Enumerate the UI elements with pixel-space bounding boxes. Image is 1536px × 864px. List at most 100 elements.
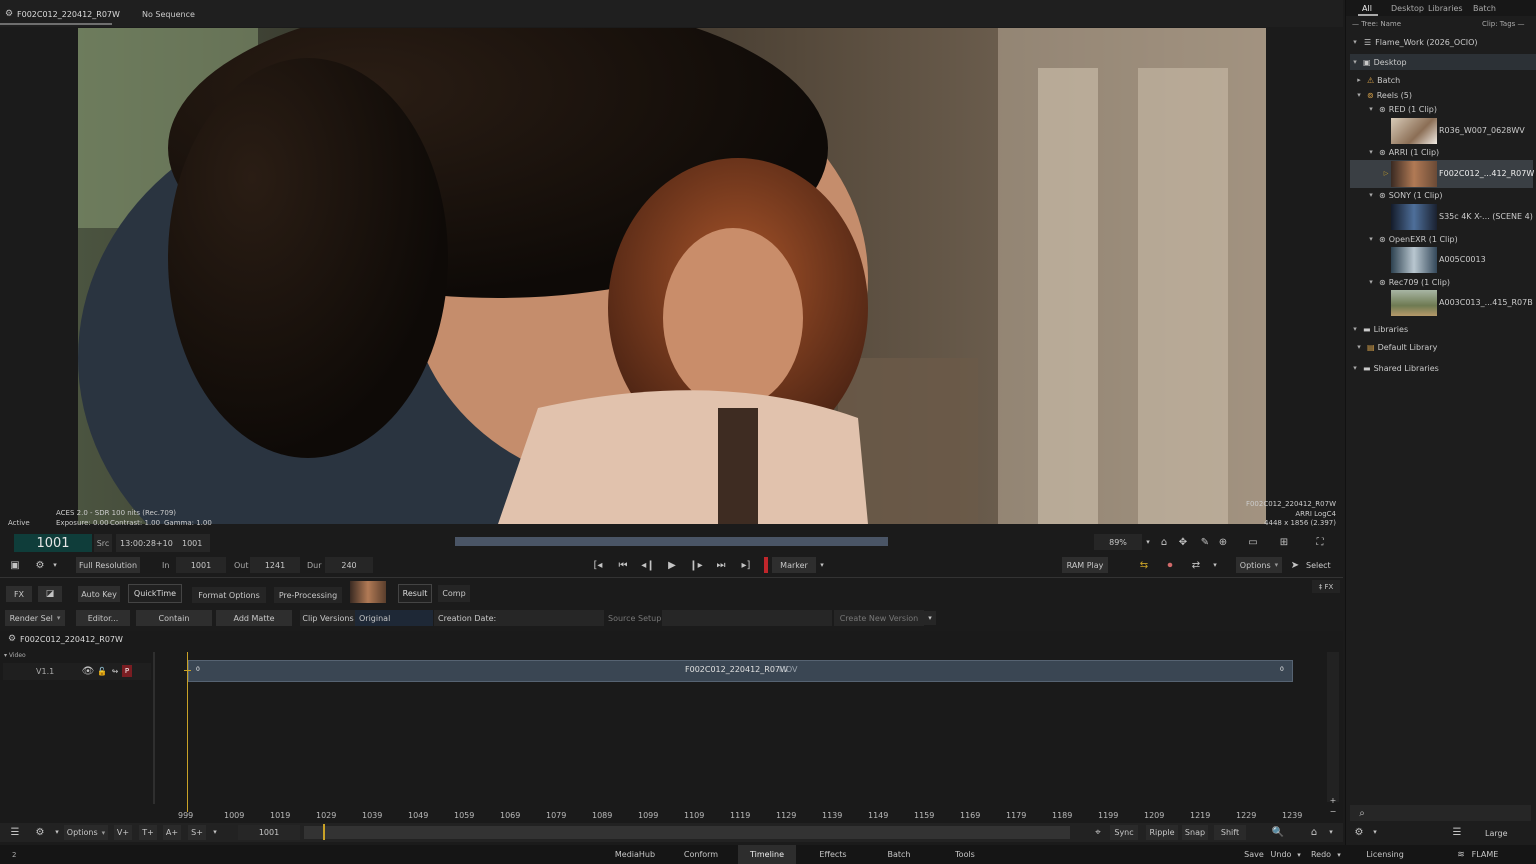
- tree-shared-libraries[interactable]: ▾ ▬ Shared Libraries: [1350, 360, 1536, 376]
- tab-mediahub[interactable]: MediaHub: [610, 845, 660, 864]
- media-tab-batch[interactable]: Batch: [1473, 4, 1496, 13]
- chevron-down-icon[interactable]: ▾: [1366, 278, 1376, 286]
- chevron-down-icon[interactable]: ▾: [1350, 38, 1360, 46]
- clip-thumbnail[interactable]: [350, 581, 386, 603]
- search-icon[interactable]: 🔍: [1270, 825, 1286, 839]
- clip-item-red[interactable]: R036_W007_0628WV: [1350, 117, 1533, 145]
- chevron-down-icon[interactable]: ▾: [1366, 105, 1376, 113]
- pre-processing-tab[interactable]: Pre-Processing: [274, 587, 342, 603]
- primary-track-icon[interactable]: P: [122, 665, 132, 677]
- timeline-options-button[interactable]: Options: [64, 825, 108, 840]
- chevron-down-icon[interactable]: ▾: [924, 611, 936, 625]
- tree-group-sony[interactable]: ▾ ⊛ SONY (1 Clip): [1366, 187, 1536, 203]
- home-icon[interactable]: ⌂: [1157, 535, 1171, 549]
- previous-clip-icon[interactable]: ⏮: [615, 558, 631, 572]
- gear-icon[interactable]: ⚙: [4, 8, 14, 20]
- chevron-down-icon[interactable]: ▾: [1354, 343, 1364, 351]
- next-clip-icon[interactable]: ⏭: [713, 558, 729, 572]
- src-frame-field[interactable]: 1001: [178, 534, 210, 552]
- full-resolution-button[interactable]: Full Resolution: [76, 557, 140, 573]
- clip-item-sony[interactable]: S35c 4K X-... (SCENE 4): [1350, 203, 1533, 231]
- redo-button[interactable]: Redo: [1308, 845, 1334, 864]
- scrub-bar[interactable]: [455, 537, 888, 546]
- shift-button[interactable]: Shift: [1214, 825, 1246, 840]
- gear-icon[interactable]: ⚙: [32, 558, 48, 572]
- chevron-down-icon[interactable]: ▾: [1354, 91, 1364, 99]
- lock-icon[interactable]: 🔓: [96, 665, 108, 677]
- sync-button[interactable]: Sync: [1110, 825, 1138, 840]
- quicktime-tab[interactable]: QuickTime: [128, 584, 182, 603]
- clip-version-select[interactable]: Original: [355, 610, 433, 626]
- zoom-in-icon[interactable]: +: [1327, 795, 1339, 805]
- chevron-down-icon[interactable]: ▾: [1366, 148, 1376, 156]
- chevron-down-icon[interactable]: ▾: [1294, 848, 1304, 862]
- zoom-field[interactable]: 89%: [1094, 534, 1142, 550]
- eyedropper-icon[interactable]: ✎: [1198, 535, 1212, 549]
- media-tab-all[interactable]: All: [1362, 4, 1372, 13]
- play-icon[interactable]: ▶: [664, 558, 680, 572]
- create-new-version-button[interactable]: Create New Version: [834, 610, 924, 626]
- chevron-down-icon[interactable]: ▾: [1326, 825, 1336, 839]
- compare-icon[interactable]: ⇄: [1188, 558, 1204, 572]
- marker-button[interactable]: Marker: [772, 557, 816, 573]
- media-tab-libraries[interactable]: Libraries: [1428, 4, 1463, 13]
- clip-item-rec709[interactable]: A003C013_...415_R07B: [1350, 289, 1533, 317]
- chevron-down-icon[interactable]: ▾: [1334, 848, 1344, 862]
- tab-tools[interactable]: Tools: [946, 845, 984, 864]
- undo-button[interactable]: Undo: [1268, 845, 1294, 864]
- zoom-out-icon[interactable]: −: [1327, 806, 1339, 816]
- tab-conform[interactable]: Conform: [680, 845, 722, 864]
- chevron-down-icon[interactable]: ▾: [1350, 325, 1360, 333]
- render-sel-button[interactable]: Render Sel: [5, 610, 65, 626]
- pointer-icon[interactable]: ➤: [1290, 558, 1300, 572]
- current-frame-field[interactable]: 1001: [238, 825, 300, 840]
- comp-tab[interactable]: Comp: [438, 585, 470, 602]
- chevron-down-icon[interactable]: ▾: [50, 558, 60, 572]
- chevron-down-icon[interactable]: ▾: [52, 825, 62, 839]
- list-view-icon[interactable]: ☰: [1450, 825, 1464, 839]
- select-label[interactable]: Select: [1306, 561, 1331, 570]
- timeline-scroll-bar[interactable]: [304, 826, 1070, 839]
- tree-project[interactable]: ▾ ☰ Flame_Work (2026_OCIO): [1350, 34, 1536, 50]
- auto-key-button[interactable]: Auto Key: [78, 586, 120, 602]
- clip-tags-label[interactable]: Clip: Tags —: [1482, 20, 1525, 28]
- overlay-icon[interactable]: ⊞: [1277, 535, 1291, 549]
- tree-default-library[interactable]: ▾ ▤ Default Library: [1354, 339, 1536, 355]
- media-search-field[interactable]: [1350, 805, 1531, 821]
- timeline-scrollbar[interactable]: [1327, 652, 1339, 802]
- media-tab-desktop[interactable]: Desktop: [1391, 4, 1424, 13]
- display-icon[interactable]: ▭: [1246, 535, 1260, 549]
- snap-button[interactable]: Snap: [1182, 825, 1208, 840]
- gear-icon[interactable]: ⚙: [7, 633, 17, 645]
- viewport-icon[interactable]: ▣: [6, 558, 24, 572]
- fx-button[interactable]: FX: [6, 586, 32, 602]
- record-icon[interactable]: ⏺: [1162, 558, 1178, 572]
- chevron-down-icon[interactable]: ▾: [817, 558, 827, 572]
- fx-toggle-button[interactable]: ‡ FX: [1312, 580, 1340, 593]
- tree-group-openexr[interactable]: ▾ ⊛ OpenEXR (1 Clip): [1366, 231, 1536, 247]
- clip-item-openexr[interactable]: A005C0013: [1350, 246, 1533, 274]
- chevron-down-icon[interactable]: ▾: [1210, 558, 1220, 572]
- format-options-tab[interactable]: Format Options: [192, 587, 266, 603]
- search-icon[interactable]: ⌕: [1356, 806, 1368, 820]
- tree-group-red[interactable]: ▾ ⊛ RED (1 Clip): [1366, 101, 1536, 117]
- ram-play-button[interactable]: RAM Play: [1062, 557, 1108, 573]
- go-to-out-icon[interactable]: ▸]: [738, 558, 754, 572]
- crosshair-icon[interactable]: ⊕: [1216, 535, 1230, 549]
- add-audio-track-button[interactable]: A+: [163, 825, 181, 840]
- step-back-icon[interactable]: ◂❙: [640, 558, 656, 572]
- ripple-button[interactable]: Ripple: [1146, 825, 1178, 840]
- frame-counter[interactable]: 1001: [14, 534, 92, 552]
- save-button[interactable]: Save: [1240, 845, 1268, 864]
- chevron-right-icon[interactable]: ▸: [1354, 76, 1364, 84]
- image-icon[interactable]: ◪: [38, 586, 62, 602]
- timecode-field[interactable]: 13:00:28+10: [116, 534, 178, 552]
- viewer-image[interactable]: [78, 28, 1266, 524]
- licensing-button[interactable]: Licensing: [1362, 845, 1408, 864]
- contain-button[interactable]: Contain: [136, 610, 212, 626]
- chevron-down-icon[interactable]: ▾: [1143, 536, 1153, 548]
- go-to-in-icon[interactable]: [◂: [590, 558, 606, 572]
- add-subtitle-track-button[interactable]: S+: [188, 825, 206, 840]
- dur-field[interactable]: 240: [325, 557, 373, 573]
- add-text-track-button[interactable]: T+: [139, 825, 157, 840]
